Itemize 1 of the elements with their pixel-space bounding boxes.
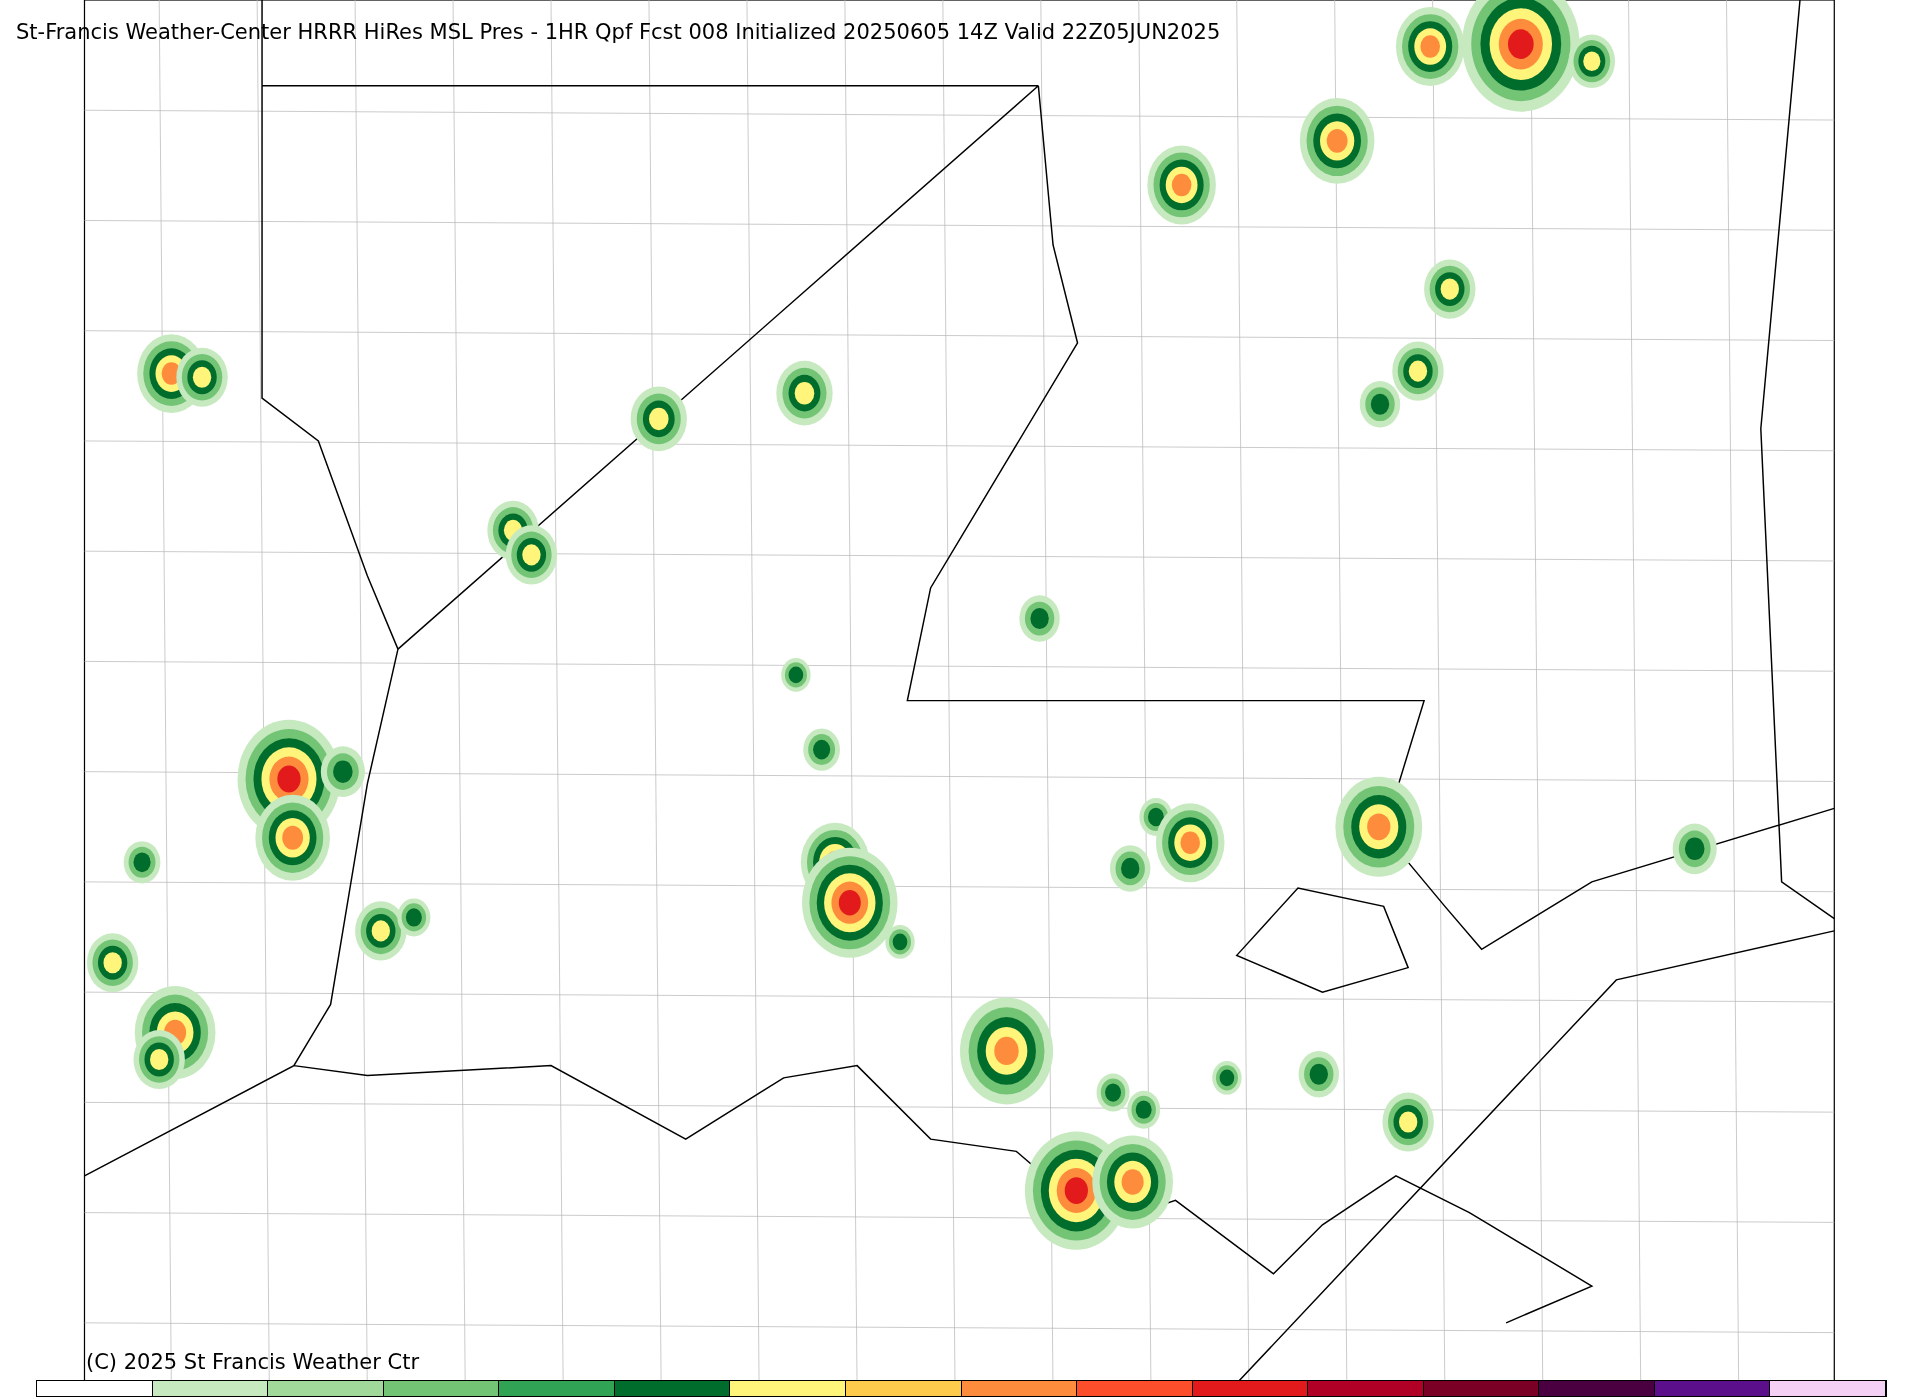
copyright-text: (C) 2025 St Francis Weather Ctr bbox=[86, 1350, 420, 1374]
